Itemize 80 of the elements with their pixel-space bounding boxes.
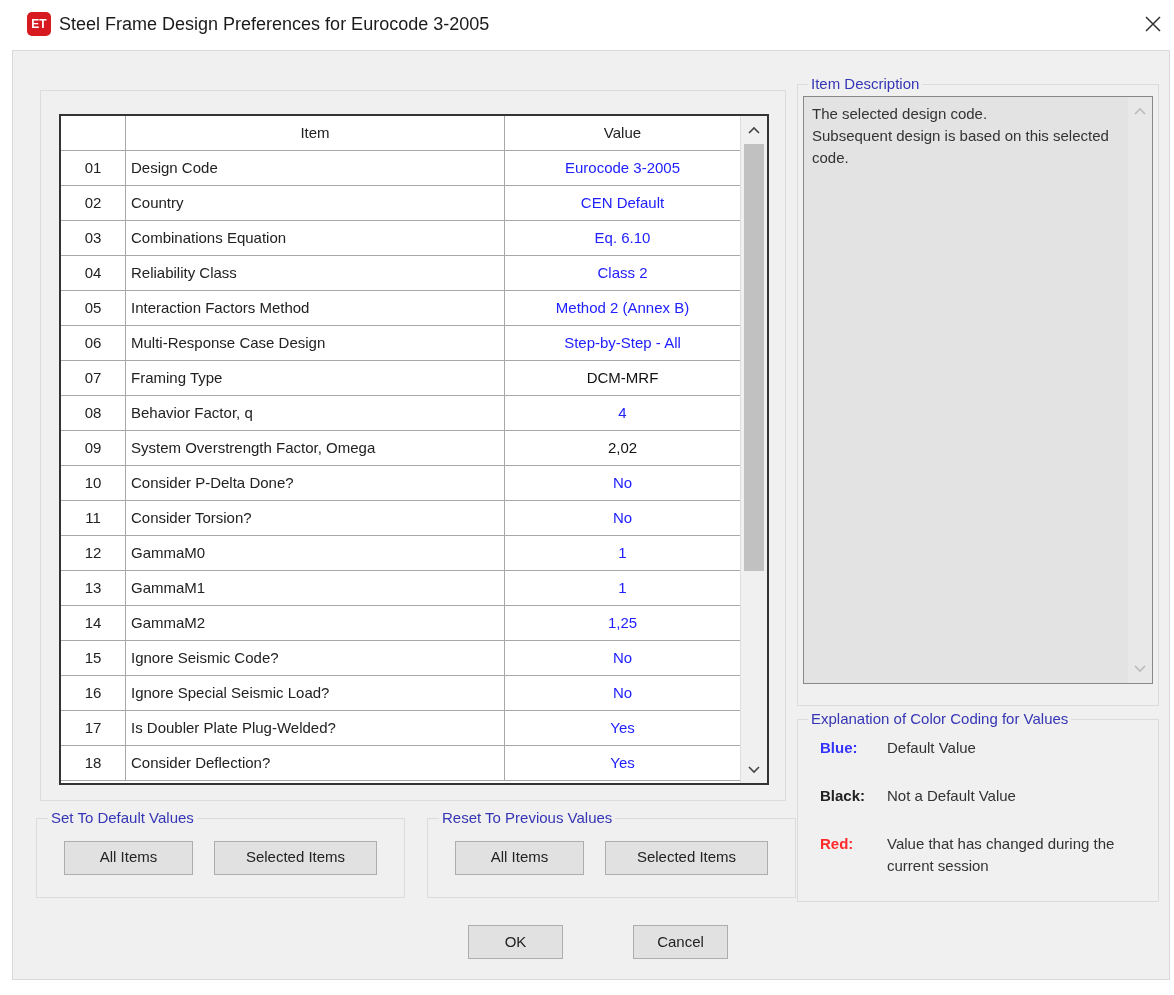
color-description: Default Value: [887, 737, 977, 758]
close-icon[interactable]: [1144, 15, 1162, 33]
table-cell[interactable]: Consider P-Delta Done?: [126, 466, 505, 500]
table-cell[interactable]: Yes: [505, 711, 740, 745]
table-cell[interactable]: Yes: [505, 746, 740, 780]
row-number: 05: [61, 291, 126, 325]
table-cell[interactable]: 4: [505, 396, 740, 430]
row-number: 10: [61, 466, 126, 500]
scroll-down-icon[interactable]: [748, 766, 760, 774]
row-number: 01: [61, 151, 126, 185]
table-cell[interactable]: Combinations Equation: [126, 221, 505, 255]
dialog-button[interactable]: Cancel: [633, 925, 728, 959]
table-cell[interactable]: Interaction Factors Method: [126, 291, 505, 325]
table-cell[interactable]: Ignore Seismic Code?: [126, 641, 505, 675]
row-number: 16: [61, 676, 126, 710]
table-cell[interactable]: Consider Deflection?: [126, 746, 505, 780]
table-cell[interactable]: Class 2: [505, 256, 740, 290]
app-logo: ET: [27, 12, 51, 36]
table-cell[interactable]: System Overstrength Factor, Omega: [126, 431, 505, 465]
dialog-button[interactable]: OK: [468, 925, 563, 959]
row-number: 04: [61, 256, 126, 290]
column-header[interactable]: Value: [505, 116, 740, 150]
table-cell[interactable]: 1: [505, 571, 740, 605]
scroll-up-icon[interactable]: [748, 126, 760, 134]
row-number: 13: [61, 571, 126, 605]
row-number: 14: [61, 606, 126, 640]
row-number: 09: [61, 431, 126, 465]
group-title: Set To Default Values: [50, 808, 195, 828]
table-cell[interactable]: 1: [505, 536, 740, 570]
button[interactable]: Selected Items: [605, 840, 768, 875]
table-cell[interactable]: No: [505, 501, 740, 535]
color-label: Blue:: [820, 737, 859, 758]
table-cell[interactable]: Eurocode 3-2005: [505, 151, 740, 185]
row-number: 12: [61, 536, 126, 570]
table-cell[interactable]: Is Doubler Plate Plug-Welded?: [126, 711, 505, 745]
table-cell[interactable]: Method 2 (Annex B): [505, 291, 740, 325]
button[interactable]: Selected Items: [214, 840, 377, 875]
row-number: 03: [61, 221, 126, 255]
table-cell[interactable]: No: [505, 676, 740, 710]
table-cell[interactable]: GammaM2: [126, 606, 505, 640]
color-label: Black:: [820, 785, 867, 806]
table-cell[interactable]: Ignore Special Seismic Load?: [126, 676, 505, 710]
row-number: 08: [61, 396, 126, 430]
row-number: 07: [61, 361, 126, 395]
table-cell[interactable]: Step-by-Step - All: [505, 326, 740, 360]
scroll-thumb[interactable]: [744, 144, 764, 571]
table-cell[interactable]: Behavior Factor, q: [126, 396, 505, 430]
row-number: 15: [61, 641, 126, 675]
color-description: Value that has changed during the current session: [887, 833, 1116, 876]
row-number: 17: [61, 711, 126, 745]
group-title: Item Description: [810, 74, 921, 94]
table-cell[interactable]: 1,25: [505, 606, 740, 640]
table-cell[interactable]: Eq. 6.10: [505, 221, 740, 255]
table-cell[interactable]: No: [505, 466, 740, 500]
table-cell[interactable]: Multi-Response Case Design: [126, 326, 505, 360]
table-cell[interactable]: CEN Default: [505, 186, 740, 220]
table-cell[interactable]: Framing Type: [126, 361, 505, 395]
row-number: 02: [61, 186, 126, 220]
row-number: 11: [61, 501, 126, 535]
description-text: The selected design code. Subsequent design is based on this selected code.: [811, 103, 1110, 168]
row-number: 06: [61, 326, 126, 360]
table-cell[interactable]: DCM-MRF: [505, 361, 740, 395]
table-cell[interactable]: GammaM0: [126, 536, 505, 570]
row-number: 18: [61, 746, 126, 780]
button[interactable]: All Items: [64, 840, 193, 875]
column-header[interactable]: Item: [126, 116, 505, 150]
table-cell[interactable]: No: [505, 641, 740, 675]
table-cell[interactable]: GammaM1: [126, 571, 505, 605]
group-title: Explanation of Color Coding for Values: [810, 709, 1070, 729]
table-cell[interactable]: Design Code: [126, 151, 505, 185]
table-cell[interactable]: Consider Torsion?: [126, 501, 505, 535]
table-cell[interactable]: Reliability Class: [126, 256, 505, 290]
color-description: Not a Default Value: [887, 785, 1017, 806]
color-label: Red:: [820, 833, 855, 854]
group-title: Reset To Previous Values: [441, 808, 614, 828]
window-title: Steel Frame Design Preferences for Eurocode 3-2005: [59, 12, 490, 36]
scrollbar[interactable]: [740, 116, 767, 783]
table-cell[interactable]: Country: [126, 186, 505, 220]
table-cell[interactable]: 2,02: [505, 431, 740, 465]
button[interactable]: All Items: [455, 840, 584, 875]
